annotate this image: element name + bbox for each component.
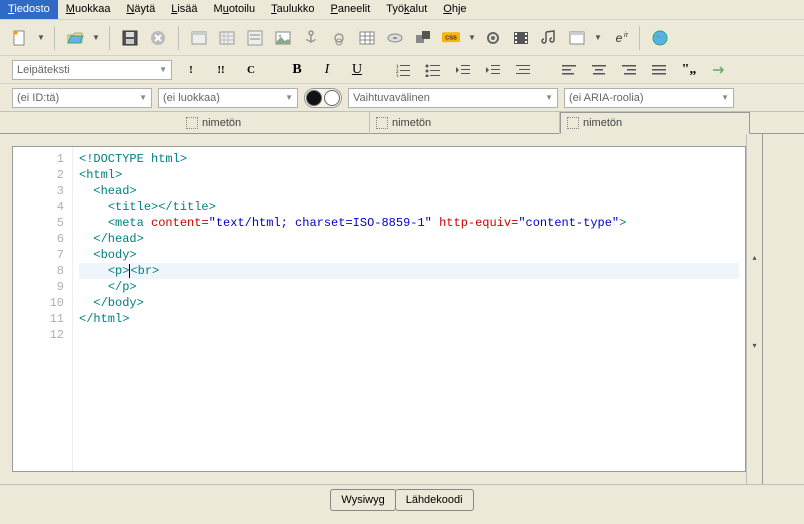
align-right-button[interactable]	[618, 59, 640, 81]
link-icon[interactable]	[327, 26, 351, 50]
lähdekoodi-view-button[interactable]: Lähdekoodi	[395, 489, 474, 511]
svg-text:3: 3	[396, 75, 399, 77]
menu-paneelit[interactable]: Paneelit	[323, 0, 379, 19]
underline-button[interactable]: U	[346, 59, 368, 81]
open-button[interactable]	[63, 26, 87, 50]
form-icon[interactable]	[243, 26, 267, 50]
list-numbered-button[interactable]: 123	[392, 59, 414, 81]
important1-button[interactable]: !	[180, 59, 202, 81]
css-dropdown[interactable]: ▼	[467, 33, 477, 42]
menu-ohje[interactable]: Ohje	[435, 0, 474, 19]
color-mode-toggle[interactable]	[304, 88, 342, 108]
calendar-icon[interactable]	[187, 26, 211, 50]
line-numbers: 123456789101112	[13, 147, 73, 471]
menu-lisää[interactable]: Lisää	[163, 0, 205, 19]
tab-icon	[186, 117, 198, 129]
svg-text:iπ: iπ	[624, 32, 628, 39]
tab-label: nimetön	[392, 117, 431, 129]
document-tabs: nimetön nimetön nimetön	[0, 112, 804, 134]
css-button[interactable]: CSS	[439, 26, 463, 50]
tab-icon	[376, 117, 388, 129]
gear-icon[interactable]	[481, 26, 505, 50]
main-toolbar: ▼ ▼ CSS ▼ ▼ eiπ	[0, 20, 804, 56]
width-combo[interactable]: Vaihtuvavälinen▼	[348, 88, 558, 108]
tab-icon	[567, 117, 579, 129]
menu-työkalut[interactable]: Työkalut	[378, 0, 435, 19]
tab-label: nimetön	[202, 117, 241, 129]
window-icon[interactable]	[565, 26, 589, 50]
calendar2-icon[interactable]	[215, 26, 239, 50]
code-editor[interactable]: 123456789101112 <!DOCTYPE html><html> <h…	[12, 146, 746, 472]
svg-text:e: e	[616, 31, 623, 45]
attributes-toolbar: (ei ID:tä)▼ (ei luokkaa)▼ Vaihtuvaväline…	[0, 84, 804, 112]
important2-button[interactable]: !!	[210, 59, 232, 81]
code-content[interactable]: <!DOCTYPE html><html> <head> <title></ti…	[73, 147, 745, 471]
anchor-icon[interactable]	[299, 26, 323, 50]
menu-tiedosto[interactable]: Tiedosto	[0, 0, 58, 19]
align-left-button[interactable]	[558, 59, 580, 81]
deflist-button[interactable]	[512, 59, 534, 81]
indent-button[interactable]	[482, 59, 504, 81]
tab-label: nimetön	[583, 117, 622, 129]
film-icon[interactable]	[509, 26, 533, 50]
new-doc-dropdown[interactable]: ▼	[36, 33, 46, 42]
svg-text:CSS: CSS	[445, 35, 457, 41]
globe-icon[interactable]	[648, 26, 672, 50]
aria-combo[interactable]: (ei ARIA-roolia)▼	[564, 88, 734, 108]
menu-näytä[interactable]: Näytä	[118, 0, 163, 19]
wysiwyg-view-button[interactable]: Wysiwyg	[330, 489, 395, 511]
vertical-scrollbar[interactable]: ▴ ▾	[746, 134, 762, 484]
quote-button[interactable]: "„	[678, 59, 700, 81]
code-button[interactable]: C	[240, 59, 262, 81]
disk-icon[interactable]	[383, 26, 407, 50]
dark-mode-radio[interactable]	[306, 90, 322, 106]
tab-0[interactable]: nimetön	[180, 112, 370, 134]
tab-2[interactable]: nimetön	[560, 112, 750, 134]
music-icon[interactable]	[537, 26, 561, 50]
close-button[interactable]	[146, 26, 170, 50]
formula-icon[interactable]: eiπ	[607, 26, 631, 50]
id-combo[interactable]: (ei ID:tä)▼	[12, 88, 152, 108]
italic-button[interactable]: I	[316, 59, 338, 81]
view-mode-bar: WysiwygLähdekoodi	[0, 484, 804, 514]
window-dropdown[interactable]: ▼	[593, 33, 603, 42]
outdent-button[interactable]	[452, 59, 474, 81]
scroll-up-arrow[interactable]: ▴	[747, 250, 762, 264]
bold-button[interactable]: B	[286, 59, 308, 81]
menu-muotoilu[interactable]: Muotoilu	[206, 0, 264, 19]
align-justify-button[interactable]	[648, 59, 670, 81]
paragraph-style-combo[interactable]: Leipäteksti▼	[12, 60, 172, 80]
new-doc-button[interactable]	[8, 26, 32, 50]
light-mode-radio[interactable]	[324, 90, 340, 106]
align-center-button[interactable]	[588, 59, 610, 81]
menu-muokkaa[interactable]: Muokkaa	[58, 0, 119, 19]
image-icon[interactable]	[271, 26, 295, 50]
menu-taulukko[interactable]: Taulukko	[263, 0, 322, 19]
shape-icon[interactable]	[411, 26, 435, 50]
side-panel	[762, 134, 804, 484]
list-bullet-button[interactable]	[422, 59, 444, 81]
class-combo[interactable]: (ei luokkaa)▼	[158, 88, 298, 108]
open-dropdown[interactable]: ▼	[91, 33, 101, 42]
direction-button[interactable]	[708, 59, 730, 81]
format-toolbar: Leipäteksti▼ ! !! C B I U 123 "„	[0, 56, 804, 84]
table-insert-icon[interactable]	[355, 26, 379, 50]
scroll-down-arrow[interactable]: ▾	[747, 338, 762, 352]
tab-1[interactable]: nimetön	[370, 112, 560, 134]
menubar: TiedostoMuokkaaNäytäLisääMuotoiluTaulukk…	[0, 0, 804, 20]
save-button[interactable]	[118, 26, 142, 50]
